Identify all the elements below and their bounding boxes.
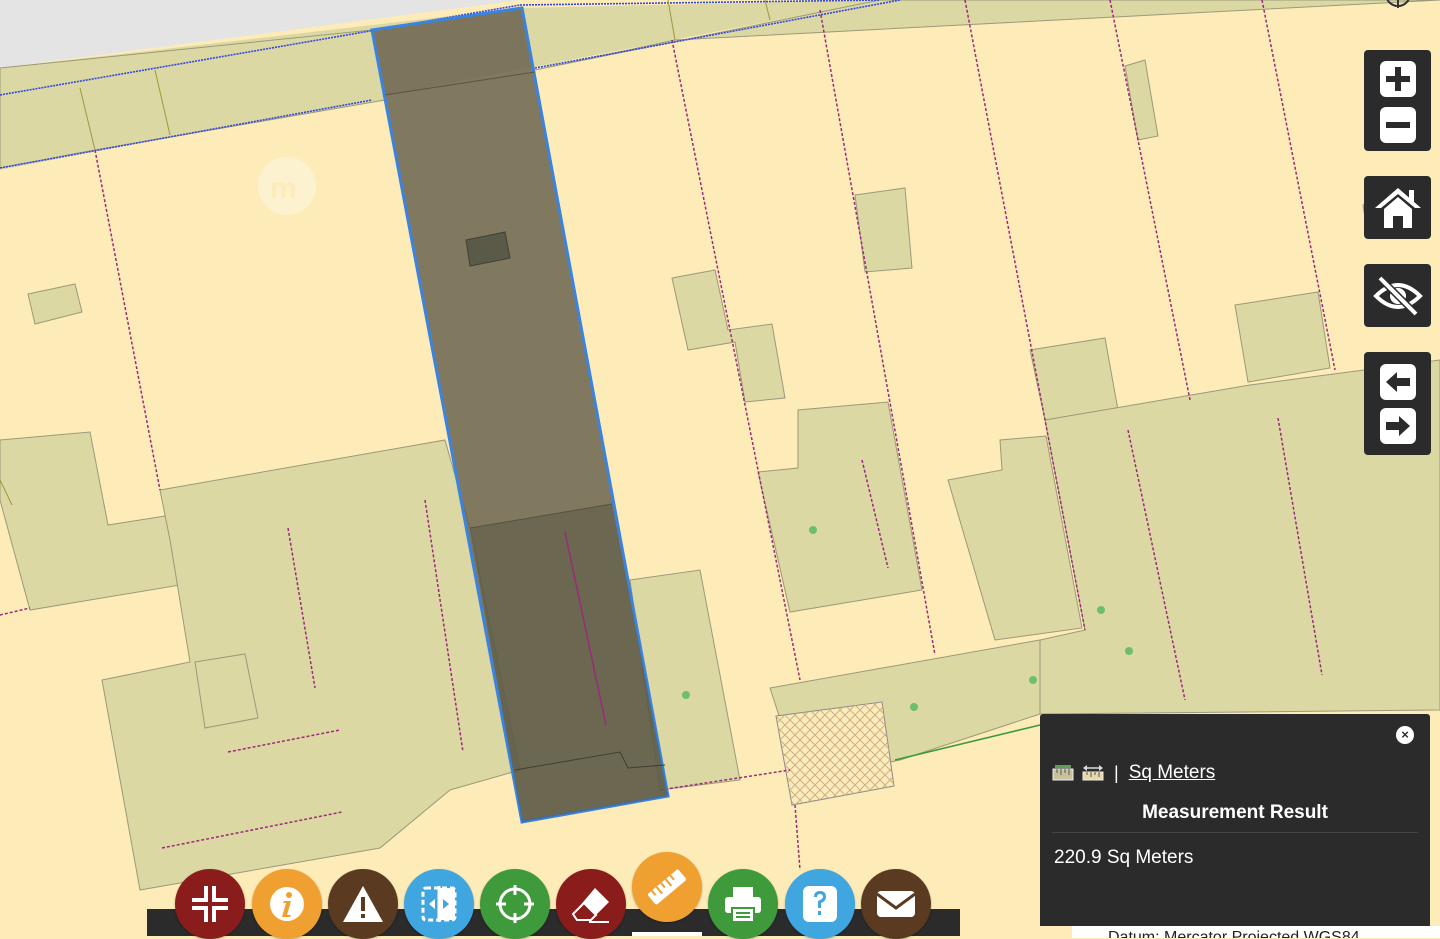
area-ruler-icon[interactable] [1052, 764, 1074, 782]
distance-ruler-icon[interactable] [1082, 764, 1104, 782]
arrow-left-icon [1379, 363, 1416, 400]
svg-text:m: m [270, 172, 297, 205]
zoom-out-button[interactable] [1364, 103, 1431, 147]
extent-navigation [1364, 352, 1431, 455]
home-button[interactable] [1364, 176, 1431, 239]
erase-tool-button[interactable] [556, 869, 626, 939]
measurement-unit-row: | Sq Meters [1052, 760, 1215, 786]
zoom-in-button[interactable] [1364, 55, 1431, 103]
warning-tool-button[interactable] [328, 869, 398, 939]
measure-tool-button[interactable] [632, 852, 702, 922]
home-icon [1374, 187, 1421, 228]
info-icon [270, 887, 304, 921]
ruler-icon [647, 869, 687, 905]
next-extent-button[interactable] [1364, 404, 1431, 448]
info-tool-button[interactable] [252, 869, 322, 939]
zoom-control [1364, 50, 1431, 151]
measurement-result-title: Measurement Result [1052, 802, 1418, 833]
swipe-tool-button[interactable] [404, 869, 474, 939]
help-tool-button[interactable] [785, 869, 855, 939]
close-panel-button[interactable]: × [1396, 726, 1414, 744]
split-view-icon [421, 886, 457, 922]
email-tool-button[interactable] [861, 869, 931, 939]
collapse-tool-button[interactable] [175, 869, 245, 939]
unit-selector-link[interactable]: Sq Meters [1129, 762, 1216, 784]
warning-icon [343, 886, 383, 922]
question-icon [803, 886, 837, 922]
datum-note: Datum: Mercator Projected WGS84 [1072, 926, 1440, 938]
arrow-right-icon [1379, 407, 1416, 444]
crosshair-icon [496, 885, 534, 923]
envelope-icon [876, 891, 916, 917]
eye-slash-icon [1372, 275, 1423, 316]
mp-logo-icon: m [258, 157, 316, 215]
measurement-panel: × | Sq Meters Measurement Result 220.9 S… [1040, 714, 1430, 926]
toolbar-active-indicator [632, 932, 702, 936]
printer-icon [725, 887, 761, 923]
unit-separator: | [1114, 762, 1119, 783]
locate-tool-button[interactable] [480, 869, 550, 939]
minus-icon [1379, 106, 1416, 143]
collapse-arrows-icon [192, 886, 228, 922]
print-tool-button[interactable] [708, 869, 778, 939]
previous-extent-button[interactable] [1364, 360, 1431, 404]
eraser-icon [571, 888, 609, 923]
plus-icon [1379, 60, 1416, 97]
measurement-result-value: 220.9 Sq Meters [1054, 847, 1194, 868]
toggle-visibility-button[interactable] [1364, 264, 1431, 327]
